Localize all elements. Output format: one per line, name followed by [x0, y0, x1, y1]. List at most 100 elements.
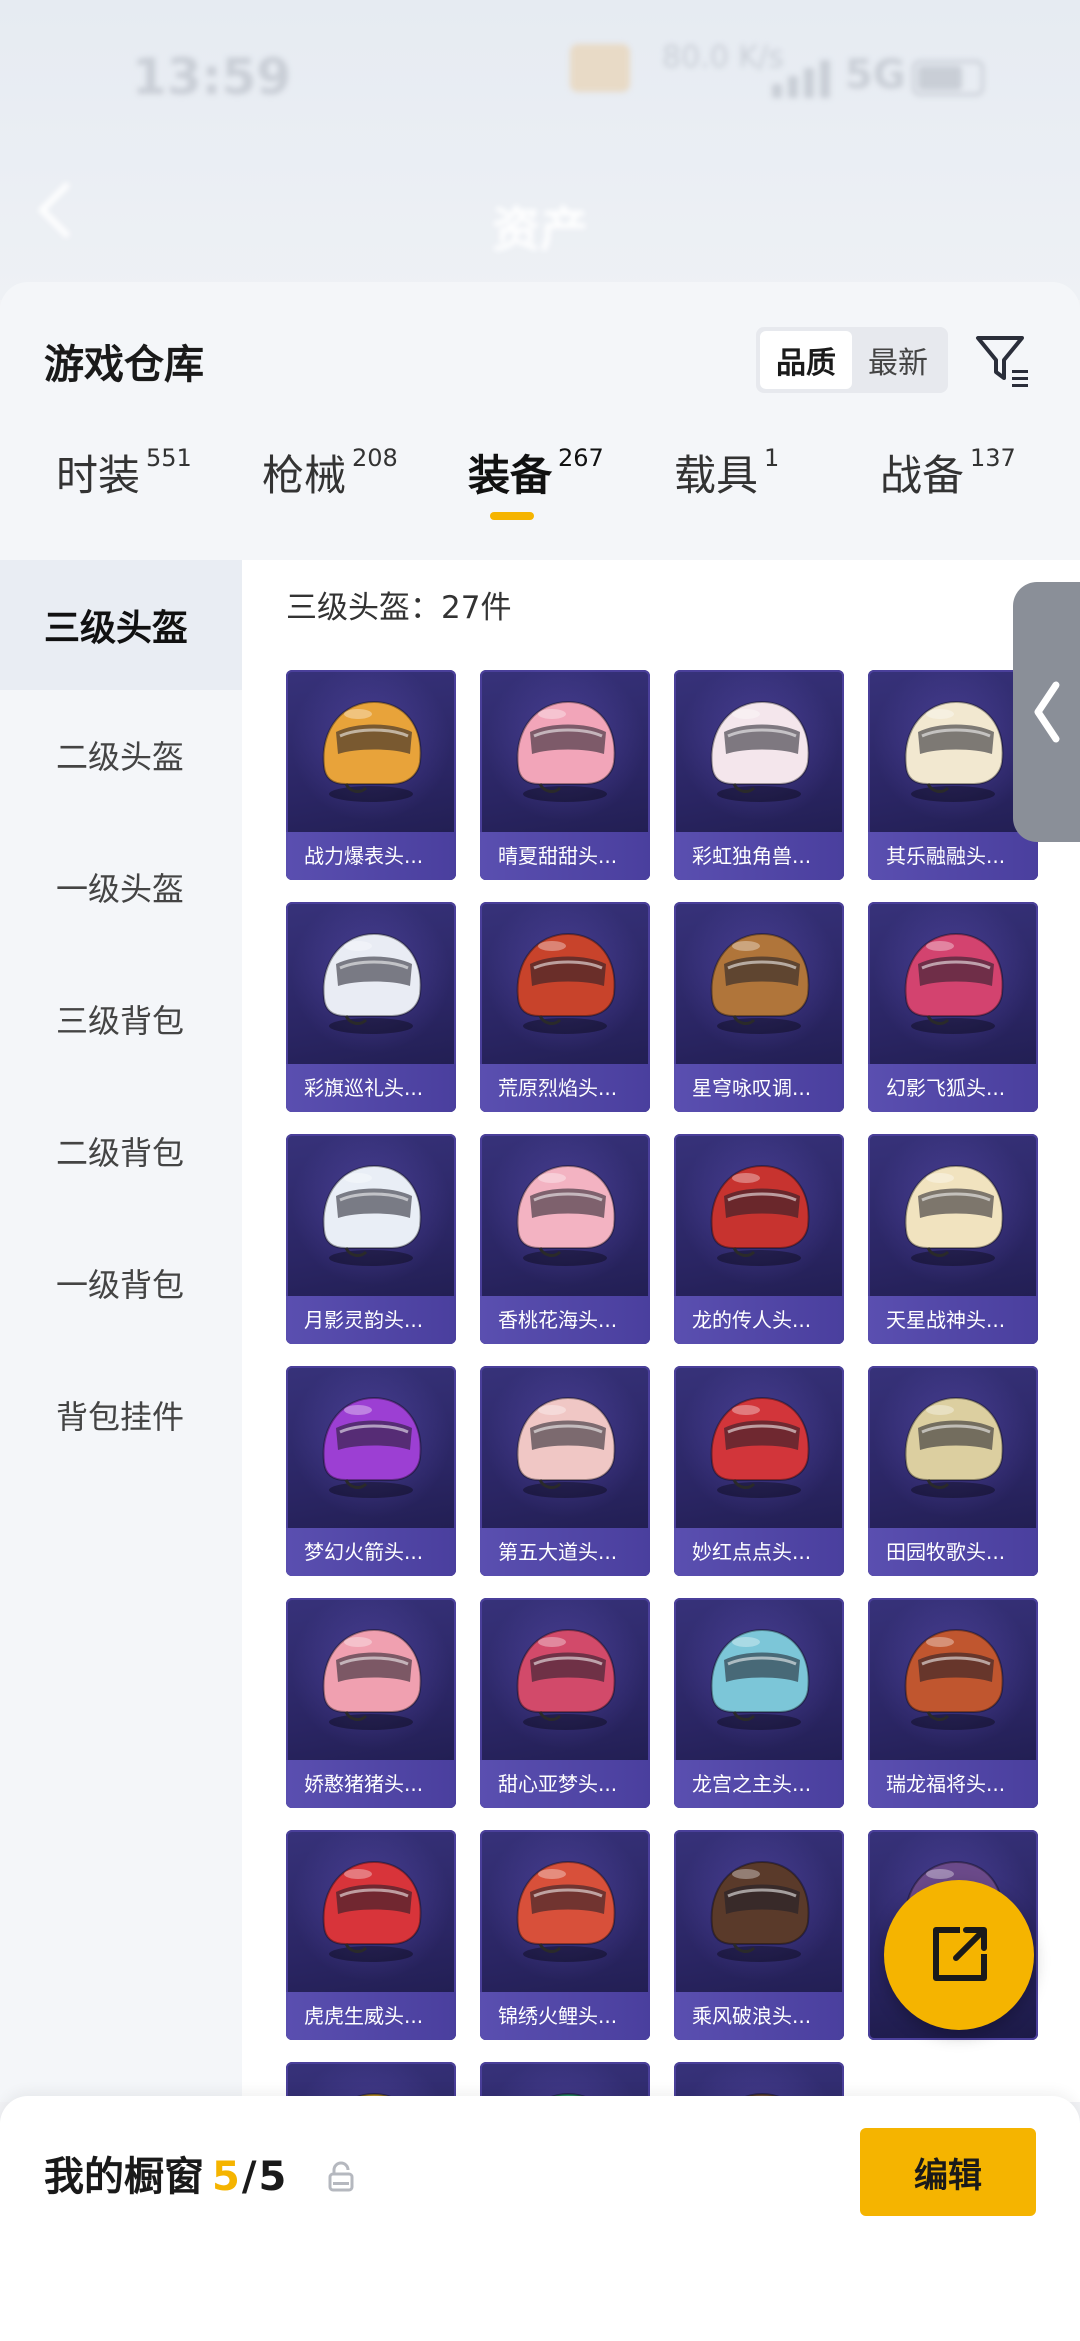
status-time: 13:59 — [132, 48, 292, 106]
tab-count: 137 — [970, 444, 1016, 472]
top-header: 13:59 80.0 K/s 5G 资产 — [0, 0, 1080, 300]
item-card[interactable]: 锦绣火鲤头... — [480, 1830, 650, 2040]
tab-label: 战备 — [880, 451, 965, 500]
helmet-icon — [904, 1396, 1004, 1498]
subcategory-list: 三级头盔 二级头盔 一级头盔 三级背包 二级背包 一级背包 背包挂件 — [0, 560, 242, 2102]
subcategory-item[interactable]: 一级头盔 — [0, 822, 242, 952]
subcategory-item[interactable]: 三级头盔 — [0, 560, 242, 690]
item-card[interactable]: 彩旗巡礼头... — [286, 902, 456, 1112]
network-type: 5G — [845, 52, 906, 98]
tab-count: 208 — [352, 444, 398, 472]
showcase-label: 我的橱窗 — [44, 2154, 204, 2200]
helmet-icon — [710, 932, 810, 1034]
helmet-icon — [904, 700, 1004, 802]
subcategory-item[interactable]: 三级背包 — [0, 954, 242, 1084]
item-card[interactable]: 晴夏甜甜头... — [480, 670, 650, 880]
item-name: 彩旗巡礼头... — [286, 1064, 456, 1112]
tab-equipment[interactable]: 装备 267 — [468, 442, 604, 520]
showcase-count: 5 — [212, 2154, 240, 2200]
item-card[interactable]: 月影灵韵头... — [286, 1134, 456, 1344]
item-name: 月影灵韵头... — [286, 1296, 456, 1344]
item-name: 天星战神头... — [868, 1296, 1038, 1344]
tab-count: 551 — [146, 444, 192, 472]
showcase-total: 5 — [258, 2154, 287, 2200]
helmet-icon — [322, 700, 422, 802]
nav-bar: 资产 — [0, 170, 1080, 270]
lock-icon — [328, 2161, 354, 2192]
item-card[interactable]: 荒原烈焰头... — [480, 902, 650, 1112]
item-name: 其乐融融头... — [868, 832, 1038, 880]
panel-title: 游戏仓库 — [44, 342, 204, 388]
tab-label: 装备 — [468, 451, 553, 500]
item-card[interactable]: 星穹咏叹调... — [674, 902, 844, 1112]
helmet-icon — [904, 1164, 1004, 1266]
item-name: 第五大道头... — [480, 1528, 650, 1576]
subcategory-item[interactable]: 二级头盔 — [0, 690, 242, 820]
item-card[interactable]: 龙的传人头... — [674, 1134, 844, 1344]
item-card[interactable]: 香桃花海头... — [480, 1134, 650, 1344]
item-name: 龙宫之主头... — [674, 1760, 844, 1808]
helmet-icon — [322, 1860, 422, 1962]
battery-icon — [912, 60, 984, 96]
helmet-icon — [904, 1628, 1004, 1730]
item-card[interactable]: 虎虎生威头... — [286, 1830, 456, 2040]
showcase-summary: 我的橱窗 5 / 5 — [44, 2144, 286, 2202]
item-card[interactable]: 彩虹独角兽... — [674, 670, 844, 880]
subcategory-item[interactable]: 一级背包 — [0, 1218, 242, 1348]
helmet-icon — [516, 1860, 616, 1962]
helmet-icon — [516, 700, 616, 802]
edit-button[interactable]: 编辑 — [860, 2128, 1036, 2216]
sort-newest-button[interactable]: 最新 — [852, 331, 944, 389]
showcase-bar: 我的橱窗 5 / 5 编辑 — [0, 2096, 1080, 2341]
tab-count: 1 — [764, 444, 780, 472]
side-drawer-tab[interactable] — [1013, 582, 1080, 842]
tab-vehicles[interactable]: 载具 1 — [674, 442, 779, 503]
tab-label: 时装 — [56, 451, 141, 500]
item-name: 龙的传人头... — [674, 1296, 844, 1344]
tab-label: 载具 — [674, 451, 759, 500]
item-card[interactable]: 乘风破浪头... — [674, 1830, 844, 2040]
helmet-icon — [322, 1396, 422, 1498]
subcategory-item[interactable]: 背包挂件 — [0, 1350, 242, 1480]
item-name: 香桃花海头... — [480, 1296, 650, 1344]
item-card[interactable]: 幻影飞狐头... — [868, 902, 1038, 1112]
tab-combat-gear[interactable]: 战备 137 — [880, 442, 1016, 503]
share-icon — [933, 1927, 987, 1981]
item-name: 田园牧歌头... — [868, 1528, 1038, 1576]
tab-guns[interactable]: 枪械 208 — [262, 442, 398, 503]
item-card[interactable]: 战力爆表头... — [286, 670, 456, 880]
item-name: 战力爆表头... — [286, 832, 456, 880]
notification-icon — [570, 44, 630, 92]
item-card[interactable]: 梦幻火箭头... — [286, 1366, 456, 1576]
sort-toggle: 品质 最新 — [756, 327, 948, 393]
item-name: 妙红点点头... — [674, 1528, 844, 1576]
item-card[interactable]: 龙宫之主头... — [674, 1598, 844, 1808]
item-name: 幻影飞狐头... — [868, 1064, 1038, 1112]
tab-fashion[interactable]: 时装 551 — [56, 442, 192, 503]
item-card[interactable]: 瑞龙福将头... — [868, 1598, 1038, 1808]
nav-title: 资产 — [491, 202, 588, 258]
helmet-icon — [516, 932, 616, 1034]
item-grid: 三级头盔：27件 战力爆表头... 晴夏甜甜头... 彩虹独角兽... 其乐融融头..… — [242, 560, 1080, 2102]
helmet-icon — [322, 1628, 422, 1730]
item-card[interactable]: 甜心亚梦头... — [480, 1598, 650, 1808]
helmet-icon — [322, 1164, 422, 1266]
item-card[interactable]: 田园牧歌头... — [868, 1366, 1038, 1576]
share-button[interactable] — [884, 1880, 1034, 2030]
filter-icon[interactable] — [972, 330, 1032, 390]
item-card[interactable]: 天星战神头... — [868, 1134, 1038, 1344]
network-speed: 80.0 K/s — [662, 40, 784, 75]
panel-header: 游戏仓库 品质 最新 — [0, 282, 1080, 432]
item-name: 彩虹独角兽... — [674, 832, 844, 880]
helmet-icon — [516, 1396, 616, 1498]
helmet-icon — [710, 1164, 810, 1266]
subcategory-item[interactable]: 二级背包 — [0, 1086, 242, 1216]
item-name: 娇憨猪猪头... — [286, 1760, 456, 1808]
item-name: 荒原烈焰头... — [480, 1064, 650, 1112]
category-tabs: 时装 551 枪械 208 装备 267 载具 1 战备 137 — [0, 442, 1080, 552]
item-count: 三级头盔：27件 — [286, 590, 512, 626]
sort-quality-button[interactable]: 品质 — [760, 331, 852, 389]
item-card[interactable]: 妙红点点头... — [674, 1366, 844, 1576]
item-card[interactable]: 娇憨猪猪头... — [286, 1598, 456, 1808]
item-card[interactable]: 第五大道头... — [480, 1366, 650, 1576]
